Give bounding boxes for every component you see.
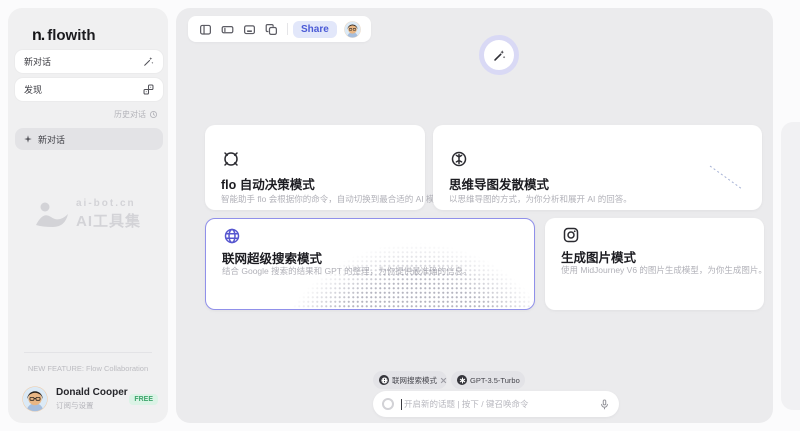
toolbar-divider [287, 23, 288, 35]
toggle-sidebar-button[interactable] [194, 20, 216, 38]
watermark-line2: AI工具集 [76, 210, 141, 231]
chip-web-search-mode[interactable]: 联网搜索模式 [373, 371, 447, 389]
sparkle-icon [23, 134, 33, 144]
history-link[interactable]: 历史对话 [114, 109, 158, 120]
flowith-logo-icon: n. [32, 27, 44, 45]
top-toolbar: Share [188, 16, 371, 42]
dices-icon [143, 84, 154, 95]
ai-bot-logo-icon [35, 201, 69, 228]
user-avatar [22, 386, 48, 412]
toolbar-avatar[interactable] [344, 21, 361, 38]
watermark: ai-bot.cn AI工具集 [8, 198, 168, 231]
app-title: flowith [47, 27, 95, 44]
copy-button[interactable] [260, 20, 282, 38]
mode-title: flo 自动决策模式 [221, 174, 315, 193]
chip-label: GPT-3.5-Turbo [470, 376, 520, 385]
magic-wand-icon [143, 56, 154, 67]
canvas-area [176, 8, 773, 423]
rename-button[interactable] [216, 20, 238, 38]
input-placeholder: 开启新的话题 | 按下 / 键召唤命令 [404, 398, 529, 410]
mode-description: 智能助手 flo 会根据你的命令，自动切换到最合适的 AI 模型。 [221, 193, 451, 205]
share-button[interactable]: Share [293, 21, 337, 38]
history-clock-icon [149, 110, 158, 119]
user-meta: Donald Cooper 订阅与设置 [56, 387, 128, 411]
microphone-icon [599, 399, 610, 410]
mode-description: 结合 Google 搜索的结果和 GPT 的整理，为你提供最准确的信息。 [222, 265, 472, 277]
watermark-line1: ai-bot.cn [76, 198, 141, 209]
sidebar-divider [24, 352, 152, 353]
mode-card-auto-decision[interactable]: flo 自动决策模式 智能助手 flo 会根据你的命令，自动切换到最合适的 AI… [205, 125, 425, 210]
app-logo: n. flowith [32, 27, 96, 45]
microphone-button[interactable] [599, 399, 610, 410]
form-input-icon [221, 23, 234, 36]
status-ring-icon [382, 398, 394, 410]
history-label: 历史对话 [114, 109, 146, 120]
plan-badge: FREE [129, 394, 158, 405]
openai-badge-icon [457, 375, 467, 385]
chip-label: 联网搜索模式 [392, 375, 437, 386]
chip-close-icon[interactable] [440, 377, 447, 384]
watermark-text: ai-bot.cn AI工具集 [76, 198, 141, 231]
user-name: Donald Cooper [56, 387, 128, 398]
mode-title: 思维导图发散模式 [449, 174, 549, 193]
session-label: 新对话 [38, 133, 65, 146]
globe-badge-icon [379, 375, 389, 385]
mind-map-icon [449, 149, 469, 174]
message-input[interactable]: 开启新的话题 | 按下 / 键召唤命令 [373, 391, 619, 417]
chip-model-gpt35[interactable]: GPT-3.5-Turbo [451, 371, 525, 389]
screen-caption-icon [243, 23, 256, 36]
mode-card-mind-map[interactable]: 思维导图发散模式 以思维导图的方式，为你分析和展开 AI 的回答。 [433, 125, 762, 210]
sidebar-item-new-chat[interactable]: 新对话 [15, 50, 163, 73]
user-subtitle: 订阅与设置 [56, 400, 128, 411]
focus-target-icon [221, 149, 241, 174]
mode-card-web-search[interactable]: 联网超级搜索模式 结合 Google 搜索的结果和 GPT 的整理，为你提供最准… [205, 218, 535, 310]
next-canvas-peek [781, 122, 800, 410]
sidebar-item-discover[interactable]: 发现 [15, 78, 163, 101]
sidebar: n. flowith 新对话 发现 历史对话 [8, 8, 168, 423]
mode-card-image-generation[interactable]: 生成图片模式 使用 MidJourney V6 的图片生成模型，为你生成图片。 [545, 218, 764, 310]
presentation-button[interactable] [238, 20, 260, 38]
cursor-trail-decoration [709, 165, 743, 191]
wand-mode-button[interactable] [479, 35, 519, 75]
panel-left-icon [199, 23, 212, 36]
mode-description: 以思维导图的方式，为你分析和展开 AI 的回答。 [449, 193, 632, 205]
copy-icon [265, 23, 278, 36]
user-account-row[interactable]: Donald Cooper 订阅与设置 FREE [22, 384, 158, 414]
new-chat-label: 新对话 [24, 55, 51, 68]
feature-banner: NEW FEATURE: Flow Collaboration [8, 364, 168, 373]
text-caret [401, 399, 402, 410]
app-window: n. flowith 新对话 发现 历史对话 [0, 0, 800, 431]
sidebar-session-item[interactable]: 新对话 [15, 128, 163, 150]
magic-wand-icon [493, 49, 506, 62]
mode-description: 使用 MidJourney V6 的图片生成模型，为你生成图片。 [561, 264, 767, 276]
discover-label: 发现 [24, 83, 42, 96]
